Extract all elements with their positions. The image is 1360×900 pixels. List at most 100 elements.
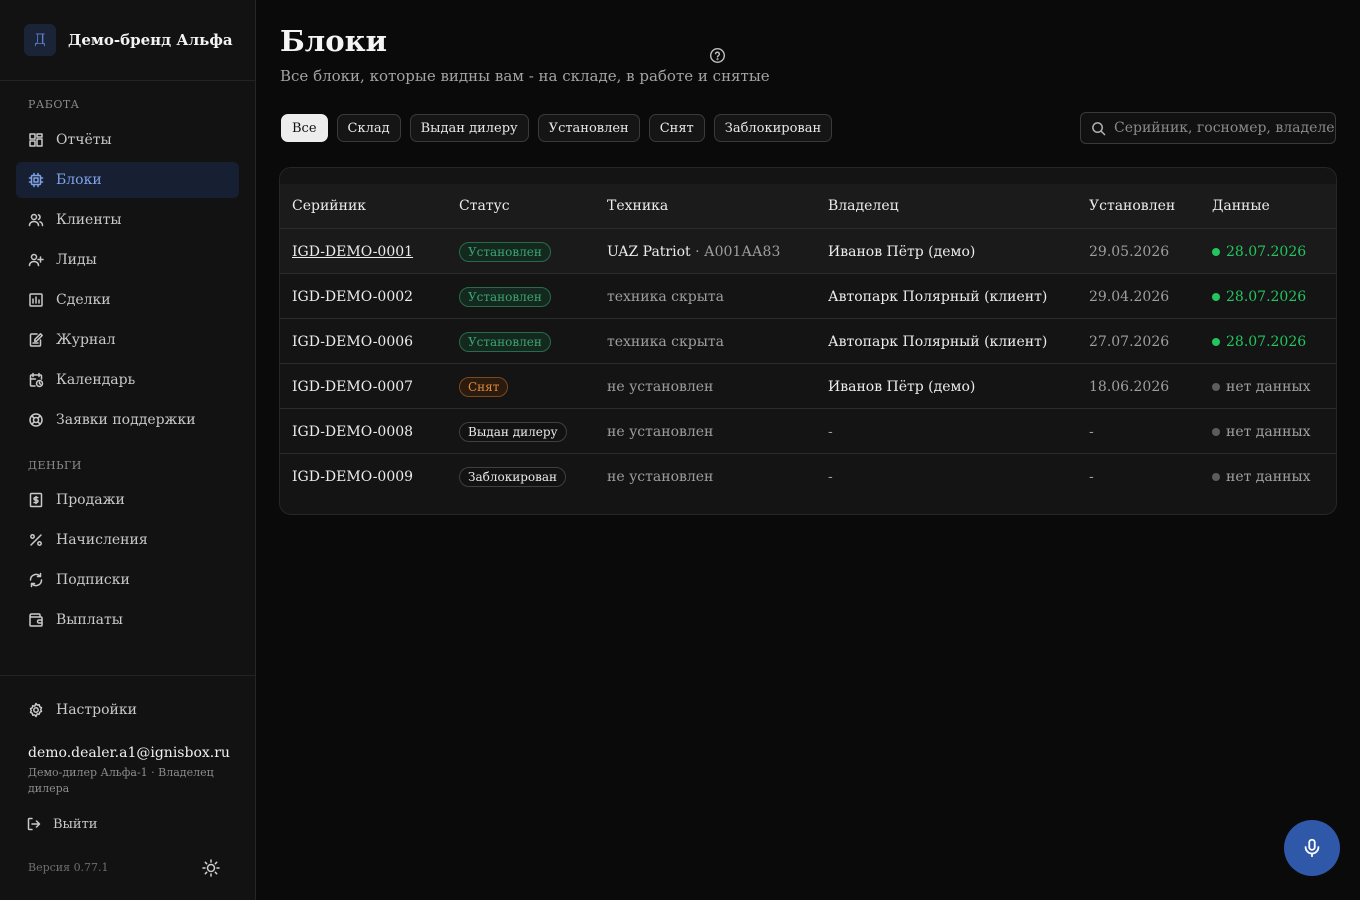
table-row[interactable]: IGD-DEMO-0009 Заблокирован не установлен…	[280, 454, 1336, 499]
journal-edit-icon	[29, 333, 43, 347]
table-row[interactable]: IGD-DEMO-0001 Установлен UAZ Patriot · А…	[280, 229, 1336, 274]
data-status-dot	[1212, 382, 1220, 391]
table-row[interactable]: IGD-DEMO-0007 Снят не установлен Иванов …	[280, 364, 1336, 409]
data-date: 28.07.2026	[1226, 243, 1307, 260]
installed-date-cell: -	[1089, 423, 1094, 440]
installed-date-cell: 29.05.2026	[1089, 243, 1170, 260]
sidebar-item-accruals[interactable]: Начисления	[16, 522, 239, 558]
page-title: Блоки	[280, 24, 388, 58]
data-cell: 28.07.2026	[1212, 229, 1306, 274]
sidebar-item-label: Календарь	[56, 372, 136, 388]
theme-toggle-button[interactable]	[201, 858, 221, 878]
help-icon[interactable]	[709, 47, 726, 64]
sidebar-item-settings[interactable]: Настройки	[16, 692, 239, 728]
serial-cell[interactable]: IGD-DEMO-0009	[292, 454, 413, 499]
sidebar-item-support[interactable]: Заявки поддержки	[16, 402, 239, 438]
filter-chip-warehouse[interactable]: Склад	[336, 114, 401, 142]
data-status-dot	[1212, 292, 1220, 301]
owner-cell: Иванов Пётр (демо)	[828, 378, 976, 395]
microphone-icon	[1304, 838, 1320, 858]
owner-cell: Автопарк Полярный (клиент)	[828, 288, 1048, 305]
sidebar-item-label: Подписки	[56, 572, 130, 588]
status-badge: Установлен	[459, 241, 551, 262]
data-cell: нет данных	[1212, 454, 1310, 499]
sidebar-item-leads[interactable]: Лиды	[16, 242, 239, 278]
installed-date-cell: -	[1089, 468, 1094, 485]
filter-chip-all[interactable]: Все	[281, 114, 328, 142]
logout-button[interactable]: Выйти	[26, 816, 97, 832]
sidebar-item-blocks[interactable]: Блоки	[16, 162, 239, 198]
sidebar-item-label: Журнал	[56, 332, 116, 348]
calendar-clock-icon	[29, 372, 44, 388]
data-date: 28.07.2026	[1226, 288, 1307, 305]
column-header-owner[interactable]: Владелец	[828, 184, 899, 229]
table-row[interactable]: IGD-DEMO-0008 Выдан дилеру не установлен…	[280, 409, 1336, 454]
data-cell: нет данных	[1212, 364, 1310, 409]
sidebar-item-payouts[interactable]: Выплаты	[16, 602, 239, 638]
filter-chip-removed[interactable]: Снят	[648, 114, 705, 142]
serial-cell[interactable]: IGD-DEMO-0006	[292, 319, 413, 364]
sidebar: Д Демо-бренд Альфа РАБОТА Отчёты Блоки К…	[0, 0, 256, 900]
sidebar-item-calendar[interactable]: Календарь	[16, 362, 239, 398]
vehicle-cell: техника скрыта	[607, 333, 724, 350]
filter-chip-blocked[interactable]: Заблокирован	[713, 114, 833, 142]
column-header-status[interactable]: Статус	[459, 184, 510, 229]
app-version: Версия 0.77.1	[28, 861, 109, 874]
serial-cell[interactable]: IGD-DEMO-0007	[292, 364, 413, 409]
page-subtitle: Все блоки, которые видны вам - на складе…	[280, 67, 770, 85]
data-status-dot	[1212, 337, 1220, 346]
column-header-vehicle[interactable]: Техника	[607, 184, 668, 229]
vehicle-cell: UAZ Patriot · А001АА83	[607, 229, 780, 274]
refresh-icon	[29, 572, 43, 588]
sidebar-item-label: Сделки	[56, 292, 111, 308]
section-label-work: РАБОТА	[28, 98, 80, 111]
column-header-serial[interactable]: Серийник	[292, 184, 366, 229]
serial-link[interactable]: IGD-DEMO-0001	[292, 244, 413, 260]
serial-cell[interactable]: IGD-DEMO-0008	[292, 409, 413, 454]
status-filter-bar: Все Склад Выдан дилеру Установлен Снят З…	[281, 114, 833, 142]
serial-cell[interactable]: IGD-DEMO-0001	[292, 229, 413, 274]
sidebar-item-journal[interactable]: Журнал	[16, 322, 239, 358]
column-header-installed[interactable]: Установлен	[1089, 184, 1175, 229]
brand-name: Демо-бренд Альфа	[68, 31, 233, 49]
sidebar-item-label: Продажи	[56, 492, 125, 508]
user-role: Демо-дилер Альфа-1 · Владелец дилера	[28, 766, 214, 795]
percent-icon	[30, 534, 42, 546]
sidebar-item-subscriptions[interactable]: Подписки	[16, 562, 239, 598]
search-input[interactable]	[1114, 120, 1334, 136]
sidebar-item-clients[interactable]: Клиенты	[16, 202, 239, 238]
data-cell: 28.07.2026	[1212, 274, 1306, 319]
sidebar-item-sales[interactable]: Продажи	[16, 482, 239, 518]
column-header-data[interactable]: Данные	[1212, 184, 1270, 229]
sidebar-item-reports[interactable]: Отчёты	[16, 122, 239, 158]
data-status-dot	[1212, 427, 1220, 436]
data-cell: 28.07.2026	[1212, 319, 1306, 364]
sidebar-divider	[0, 675, 255, 676]
data-status-dot	[1212, 472, 1220, 481]
status-cell: Установлен	[459, 229, 551, 274]
serial-cell[interactable]: IGD-DEMO-0002	[292, 274, 413, 319]
installed-date-cell: 29.04.2026	[1089, 288, 1170, 305]
status-cell: Выдан дилеру	[459, 409, 567, 454]
vehicle-cell: техника скрыта	[607, 288, 724, 305]
brand[interactable]: Д Демо-бренд Альфа	[24, 24, 233, 56]
sun-icon	[202, 859, 220, 877]
logout-icon	[27, 817, 41, 831]
sidebar-item-label: Лиды	[56, 252, 97, 268]
wallet-icon	[29, 613, 43, 627]
sidebar-item-deals[interactable]: Сделки	[16, 282, 239, 318]
filter-chip-issued-to-dealer[interactable]: Выдан дилеру	[409, 114, 529, 142]
installed-date-cell: 18.06.2026	[1089, 378, 1170, 395]
filter-chip-installed[interactable]: Установлен	[537, 114, 640, 142]
voice-input-button[interactable]	[1284, 820, 1340, 876]
owner-cell: Автопарк Полярный (клиент)	[828, 333, 1048, 350]
deals-chart-icon	[29, 293, 43, 307]
table-row[interactable]: IGD-DEMO-0002 Установлен техника скрыта …	[280, 274, 1336, 319]
data-date: нет данных	[1226, 423, 1311, 440]
dollar-receipt-icon	[29, 492, 43, 508]
sidebar-item-label: Заявки поддержки	[56, 412, 196, 428]
table-row[interactable]: IGD-DEMO-0006 Установлен техника скрыта …	[280, 319, 1336, 364]
reports-grid-icon	[29, 133, 43, 147]
status-badge: Снят	[459, 376, 509, 397]
vehicle-cell: не установлен	[607, 378, 714, 395]
